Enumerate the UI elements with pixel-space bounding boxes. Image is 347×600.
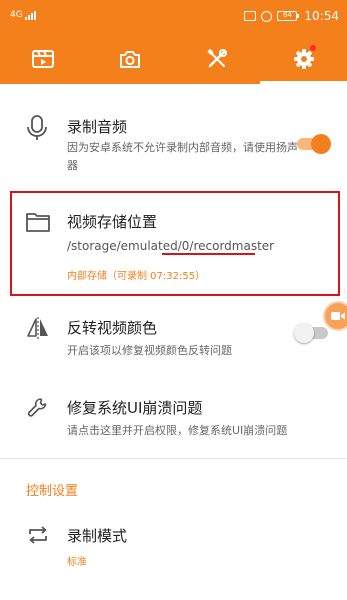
settings-list: 录制音频 因为安卓系统不允许录制内部音频，请使用扬声器 视频存储位置 /stor… — [0, 84, 347, 600]
annotation-underline — [162, 253, 255, 255]
tools-icon — [207, 48, 227, 67]
section-divider — [0, 458, 347, 459]
camera-icon — [120, 50, 141, 68]
setting-title: 反转视频颜色 — [67, 319, 158, 337]
tab-tools[interactable] — [174, 33, 261, 84]
setting-record-mode[interactable]: 录制模式 标准 — [0, 510, 347, 580]
microphone-icon — [27, 115, 47, 140]
tab-settings[interactable] — [260, 33, 347, 84]
battery-icon: 64 — [277, 11, 300, 21]
annotation-highlight-box — [10, 191, 340, 296]
tab-bar — [0, 33, 347, 84]
invert-colors-icon — [27, 317, 48, 339]
signal-indicator: 4G — [10, 10, 36, 20]
status-time: 10:54 — [304, 9, 339, 23]
status-icons: 64 10:54 — [244, 9, 339, 23]
wrench-icon — [27, 398, 47, 417]
signal-bars-icon — [24, 10, 36, 20]
network-type: 4G — [10, 10, 23, 20]
floating-record-button[interactable] — [323, 301, 347, 331]
film-icon — [32, 49, 55, 68]
cast-icon — [244, 11, 257, 21]
video-camera-icon — [331, 312, 345, 320]
setting-description: 请点击这里并开启权限，修复系统UI崩溃问题 — [67, 424, 288, 437]
setting-title: 修复系统UI崩溃问题 — [67, 399, 203, 417]
setting-record-audio[interactable]: 录制音频 因为安卓系统不允许录制内部音频，请使用扬声器 — [0, 84, 347, 180]
record-audio-toggle[interactable] — [297, 134, 331, 154]
tab-videos[interactable] — [0, 33, 87, 84]
status-bar: 4G 64 10:54 — [0, 0, 347, 33]
record-mode-value: 标准 — [67, 557, 87, 568]
setting-description: 开启该项以修复视频颜色反转问题 — [67, 344, 232, 357]
setting-title: 录制模式 — [67, 527, 128, 545]
setting-description: 因为安卓系统不允许录制内部音频，请使用扬声器 — [67, 141, 298, 172]
section-header: 控制设置 — [26, 484, 79, 499]
invert-colors-toggle[interactable] — [294, 323, 328, 343]
alarm-icon — [261, 10, 273, 22]
setting-title: 录制音频 — [67, 118, 128, 136]
setting-fix-crash[interactable]: 修复系统UI崩溃问题 请点击这里并开启权限，修复系统UI崩溃问题 — [0, 382, 347, 442]
setting-invert-colors[interactable]: 反转视频颜色 开启该项以修复视频颜色反转问题 — [0, 302, 347, 372]
battery-level: 64 — [277, 11, 298, 21]
repeat-icon — [29, 526, 47, 544]
tab-screenshot[interactable] — [87, 33, 174, 84]
